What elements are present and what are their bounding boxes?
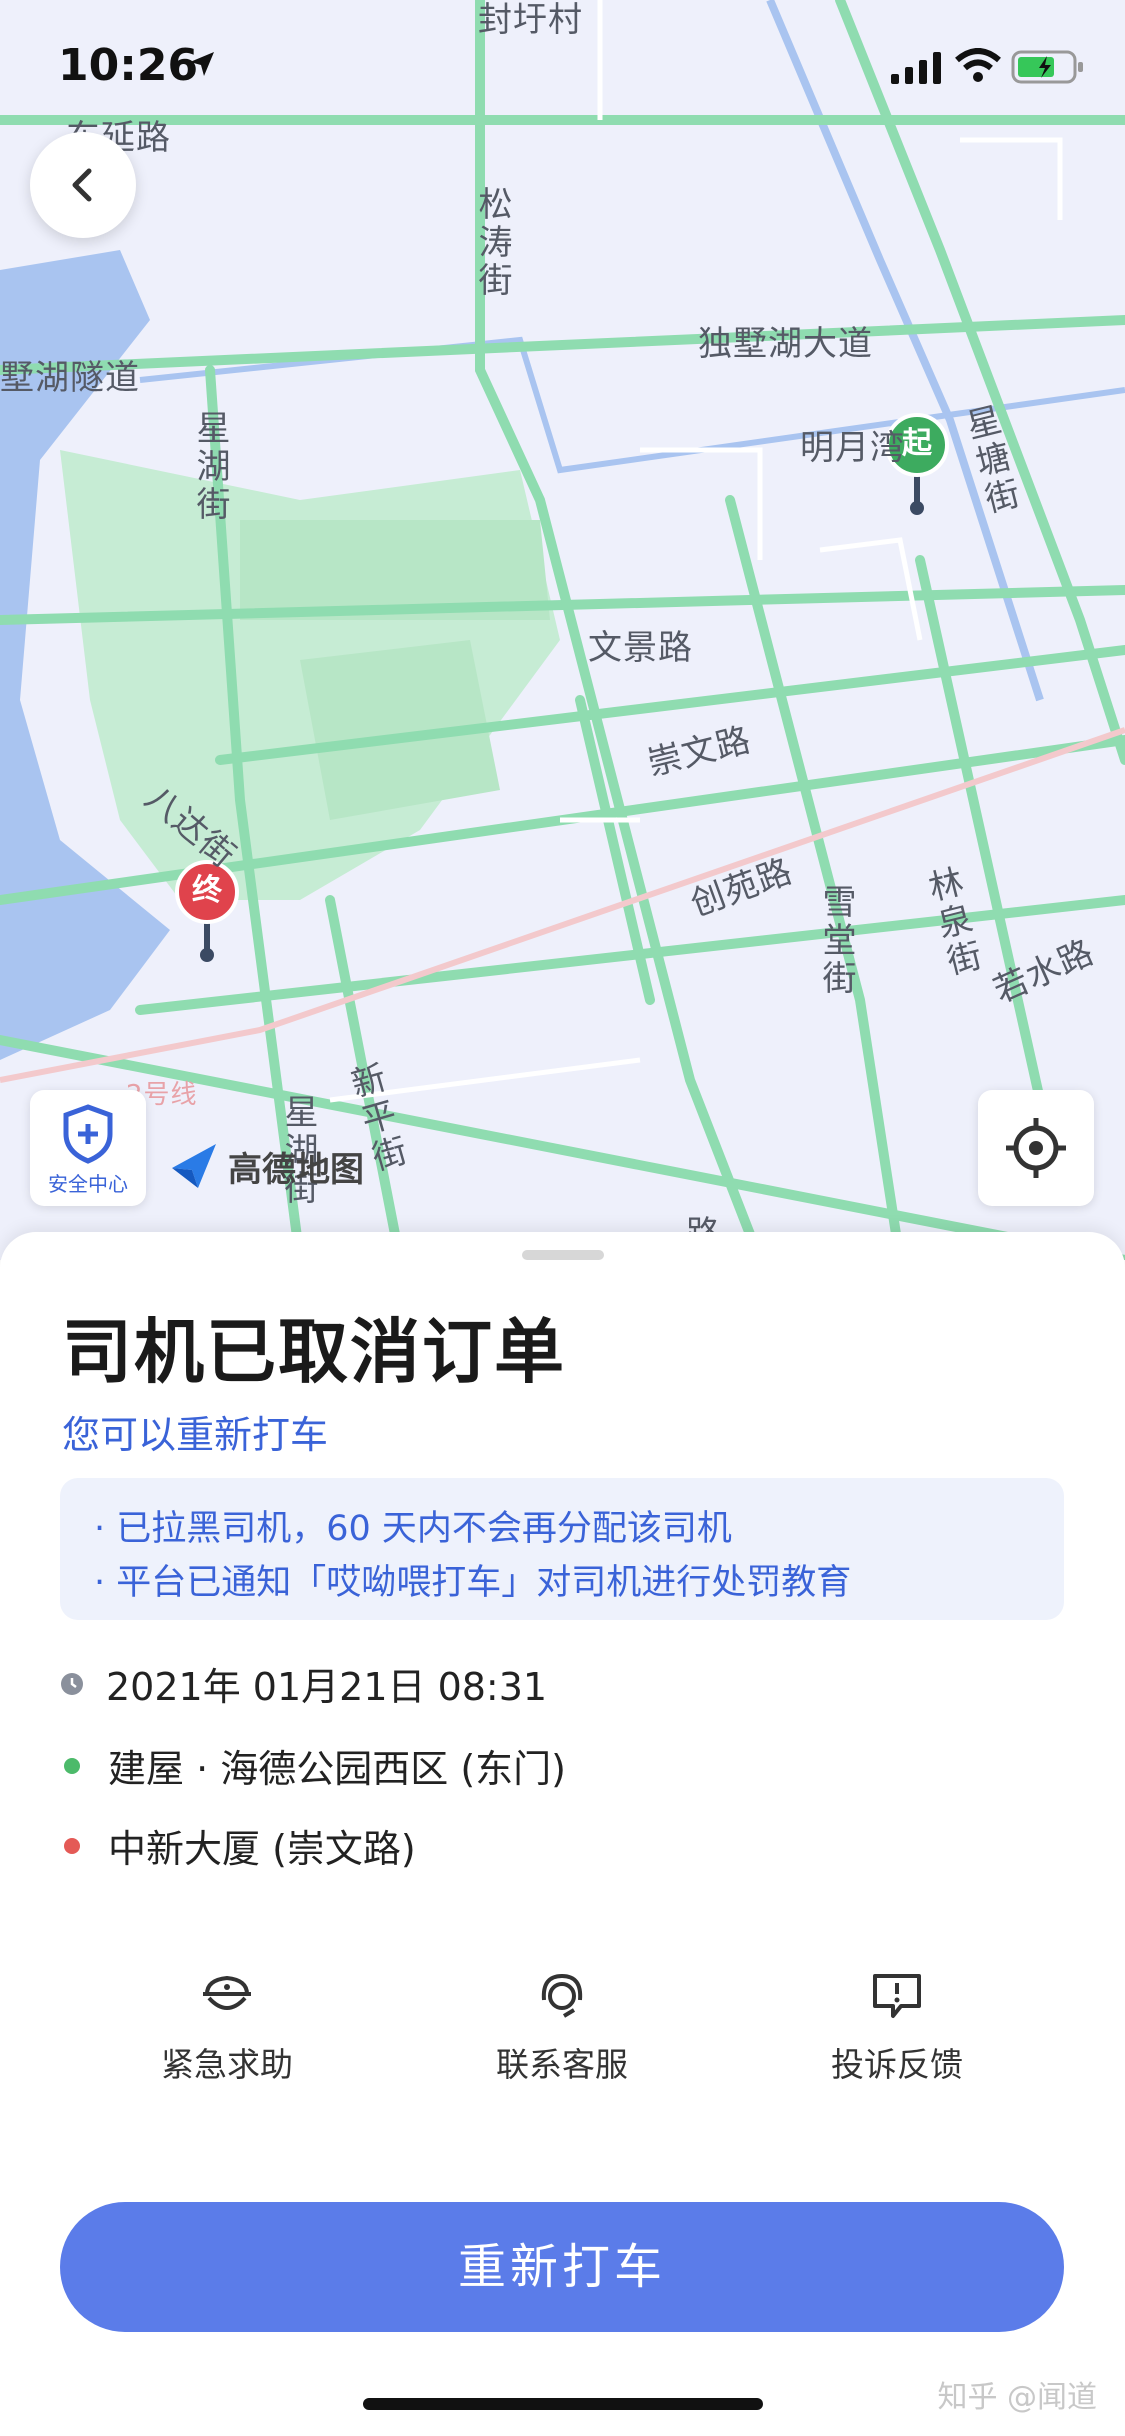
status-time: 10:26 xyxy=(58,40,199,91)
battery-icon xyxy=(1011,50,1083,84)
safety-center-label: 安全中心 xyxy=(48,1172,128,1196)
map-label: 文景路 xyxy=(588,628,693,668)
notice-box: · 已拉黑司机，60 天内不会再分配该司机 · 平台已通知「哎呦喂打车」对司机进… xyxy=(60,1478,1064,1620)
watermark: 知乎 @闻道 xyxy=(937,2380,1097,2415)
order-time: 2021年 01月21日 08:31 xyxy=(106,1665,548,1709)
map-canvas xyxy=(0,0,1125,1260)
headset-icon xyxy=(541,1973,583,2018)
action-label: 联系客服 xyxy=(496,2045,628,2084)
notice-line: · 平台已通知「哎呦喂打车」对司机进行处罚教育 xyxy=(94,1563,852,1603)
map-label: 雪堂街 xyxy=(816,884,856,998)
page-title: 司机已取消订单 xyxy=(62,1311,566,1393)
complaint-icon xyxy=(873,1974,921,2018)
order-sheet: 司机已取消订单 您可以重新打车 · 已拉黑司机，60 天内不会再分配该司机 · … xyxy=(0,1232,1125,2436)
map-label: 墅湖隧道 xyxy=(0,358,140,398)
start-marker[interactable]: 起 xyxy=(887,418,947,462)
action-label: 投诉反馈 xyxy=(831,2045,963,2084)
map-view[interactable]: 封圩村 东延路 松涛街 独墅湖大道 墅湖隧道 星湖街 明月湾 星塘街 文景路 崇… xyxy=(0,0,1125,1260)
action-label: 紧急求助 xyxy=(161,2045,293,2084)
location-arrow-icon xyxy=(190,52,214,76)
chevron-left-icon xyxy=(72,168,92,202)
subtitle: 您可以重新打车 xyxy=(62,1413,329,1457)
locate-me-button[interactable] xyxy=(978,1090,1094,1206)
safety-center-button[interactable]: 安全中心 xyxy=(30,1090,146,1206)
wifi-icon xyxy=(955,48,1001,82)
amap-logo: 高德地图 xyxy=(168,1140,364,1192)
map-label: 松涛街 xyxy=(472,186,512,300)
end-marker[interactable]: 终 xyxy=(177,865,237,909)
clock-icon xyxy=(61,1672,83,1695)
police-icon xyxy=(203,1975,251,2010)
status-bar: 10:26 xyxy=(0,0,1125,130)
amap-logo-icon xyxy=(172,1144,216,1188)
drag-handle[interactable] xyxy=(522,1250,604,1260)
amap-brand: 高德地图 xyxy=(228,1149,364,1190)
map-label: 星湖街 xyxy=(190,410,230,524)
destination-row: 中新大厦 (崇文路) xyxy=(60,1818,416,1873)
origin-dot xyxy=(64,1757,80,1774)
origin-address: 建屋 · 海德公园西区 (东门) xyxy=(108,1747,566,1791)
contact-support-button[interactable]: 联系客服 xyxy=(442,1972,682,2086)
rebook-button[interactable]: 重新打车 xyxy=(60,2202,1064,2332)
destination-dot xyxy=(64,1837,80,1854)
origin-row: 建屋 · 海德公园西区 (东门) xyxy=(60,1738,566,1793)
map-label: 独墅湖大道 xyxy=(698,324,873,364)
back-button[interactable] xyxy=(30,132,136,238)
notice-line: · 已拉黑司机，60 天内不会再分配该司机 xyxy=(94,1509,732,1549)
signal-icon xyxy=(891,52,941,84)
crosshair-icon xyxy=(1006,1118,1066,1178)
destination-address: 中新大厦 (崇文路) xyxy=(108,1827,416,1871)
complaint-feedback-button[interactable]: 投诉反馈 xyxy=(777,1972,1017,2086)
emergency-help-button[interactable]: 紧急求助 xyxy=(107,1972,347,2086)
order-time-row: 2021年 01月21日 08:31 xyxy=(60,1656,547,1711)
home-indicator[interactable] xyxy=(363,2398,763,2410)
shield-icon xyxy=(63,1104,113,1164)
